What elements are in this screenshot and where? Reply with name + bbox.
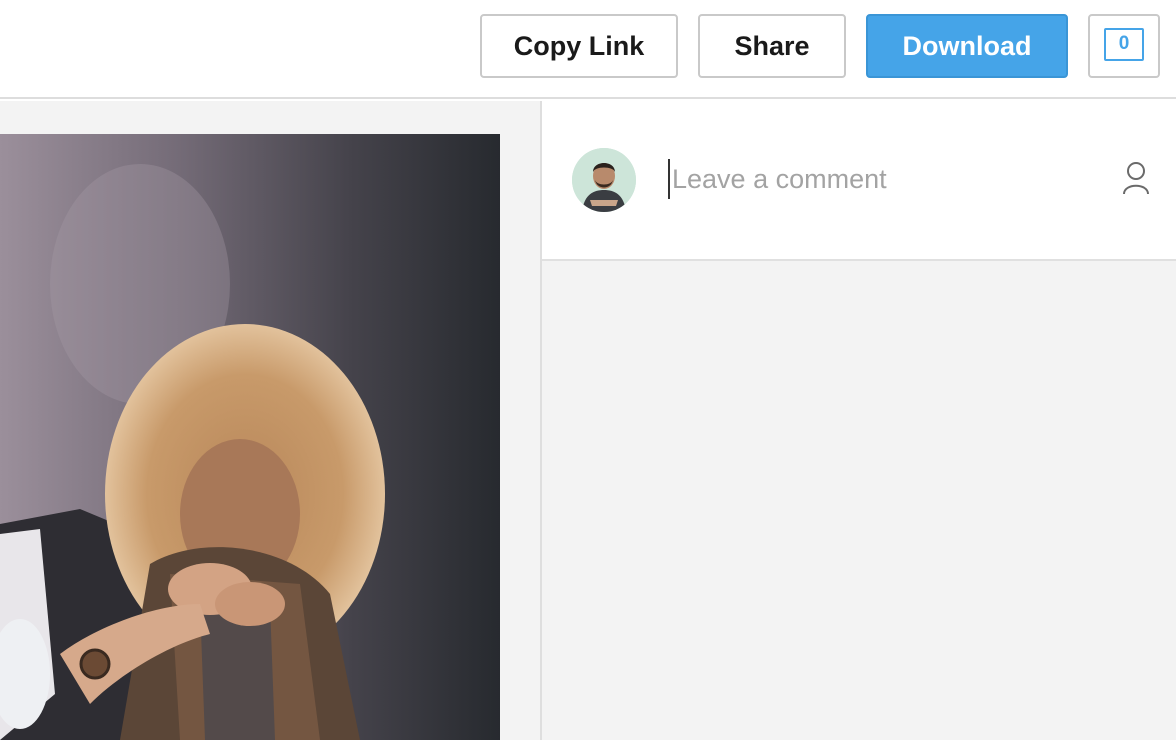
comments-panel (542, 101, 1176, 740)
person-outline-icon[interactable] (1122, 161, 1150, 195)
photo-illustration (0, 134, 500, 740)
copy-link-button[interactable]: Copy Link (480, 14, 678, 78)
image-viewer (0, 101, 540, 740)
main-photo[interactable] (0, 134, 500, 740)
comment-count: 0 (1118, 33, 1130, 54)
user-avatar (572, 148, 636, 212)
comments-count-button[interactable]: 0 (1088, 14, 1160, 78)
comment-composer (542, 101, 1176, 261)
download-button[interactable]: Download (866, 14, 1068, 78)
comment-input[interactable] (668, 159, 1108, 199)
comment-bubble-icon: 0 (1104, 27, 1144, 61)
top-toolbar: Copy Link Share Download 0 (0, 0, 1176, 99)
share-button[interactable]: Share (698, 14, 846, 78)
